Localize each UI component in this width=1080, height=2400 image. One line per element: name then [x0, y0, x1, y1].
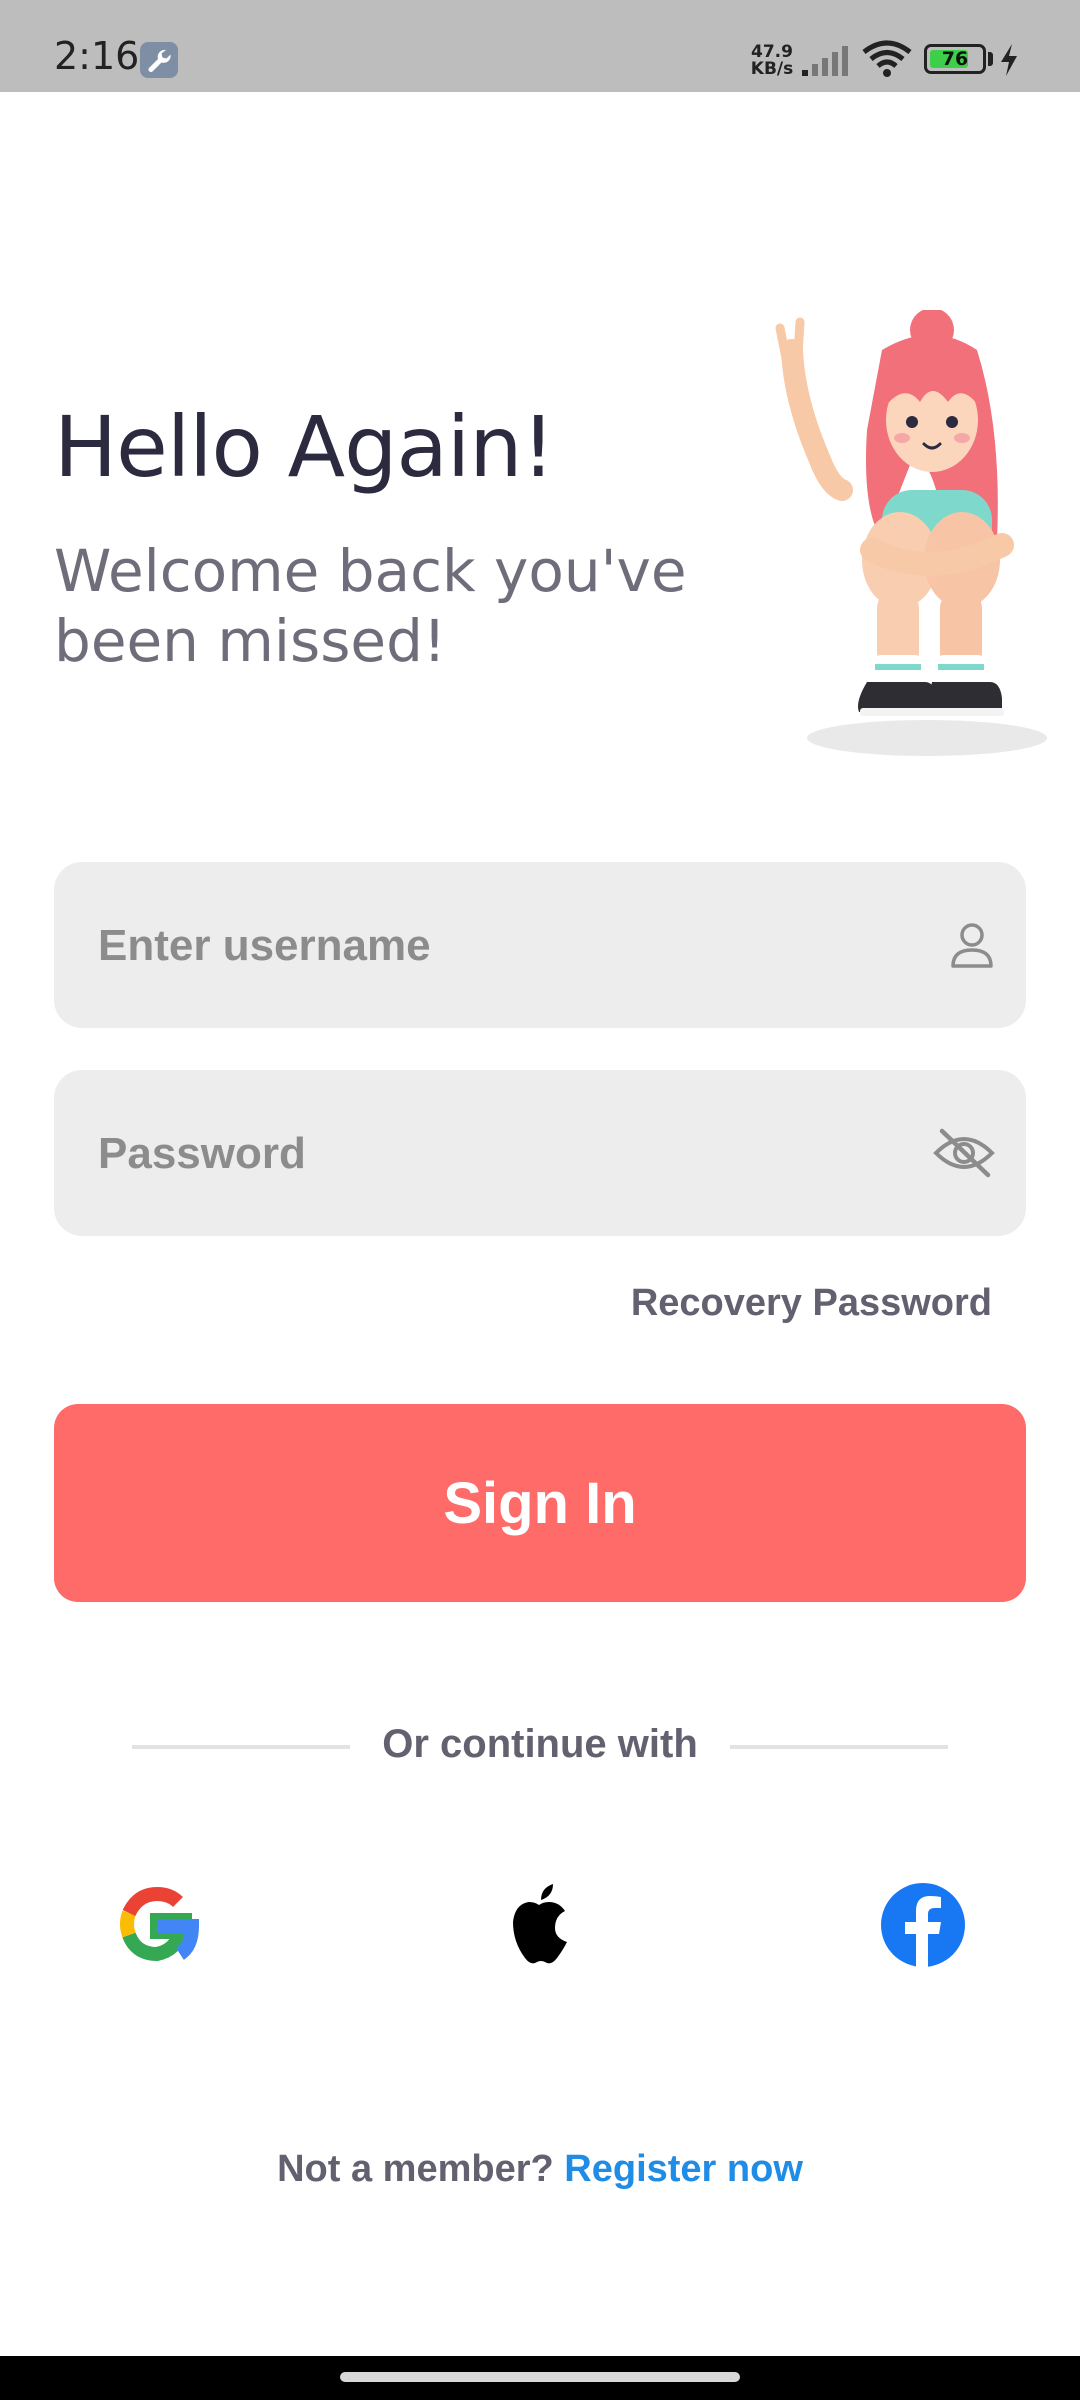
welcome-subtitle: Welcome back you've been missed!: [54, 537, 687, 675]
recovery-password-link[interactable]: Recovery Password: [631, 1282, 992, 1325]
network-speed-unit: KB/s: [750, 59, 794, 79]
charging-bolt-icon: [1001, 44, 1017, 76]
google-icon: [120, 1886, 200, 1962]
home-gesture-handle[interactable]: [340, 2372, 740, 2382]
wrench-icon: [140, 42, 178, 78]
eye-off-icon[interactable]: [932, 1127, 996, 1179]
divider-line-right: [730, 1745, 948, 1749]
status-time: 2:16: [54, 34, 140, 78]
password-field[interactable]: [54, 1070, 1026, 1238]
apple-login-button[interactable]: [495, 1880, 585, 1970]
facebook-login-button[interactable]: [878, 1880, 968, 1970]
status-bar: 2:16 47.9 KB/s 76: [0, 0, 1080, 92]
sign-in-button[interactable]: Sign In: [54, 1404, 1026, 1602]
not-a-member-text: Not a member?: [277, 2148, 554, 2190]
page-title: Hello Again!: [54, 398, 555, 496]
register-now-link[interactable]: Register now: [564, 2148, 803, 2190]
wifi-icon: [862, 40, 912, 77]
facebook-icon: [881, 1883, 965, 1968]
username-field[interactable]: [54, 862, 1026, 1030]
battery-icon: 76: [924, 44, 986, 74]
username-input[interactable]: [96, 862, 900, 1030]
register-row: Not a member? Register now: [0, 2148, 1080, 2191]
google-login-button[interactable]: [112, 1880, 202, 1970]
girl-illustration: [775, 310, 1047, 756]
navigation-bar: [0, 2356, 1080, 2400]
password-input[interactable]: [96, 1070, 900, 1238]
battery-cap: [988, 52, 993, 66]
signal-icon: [802, 46, 848, 76]
battery-level-text: 76: [941, 48, 969, 70]
user-icon: [951, 923, 993, 968]
network-speed: 47.9 KB/s: [748, 44, 796, 78]
apple-icon: [513, 1884, 567, 1964]
